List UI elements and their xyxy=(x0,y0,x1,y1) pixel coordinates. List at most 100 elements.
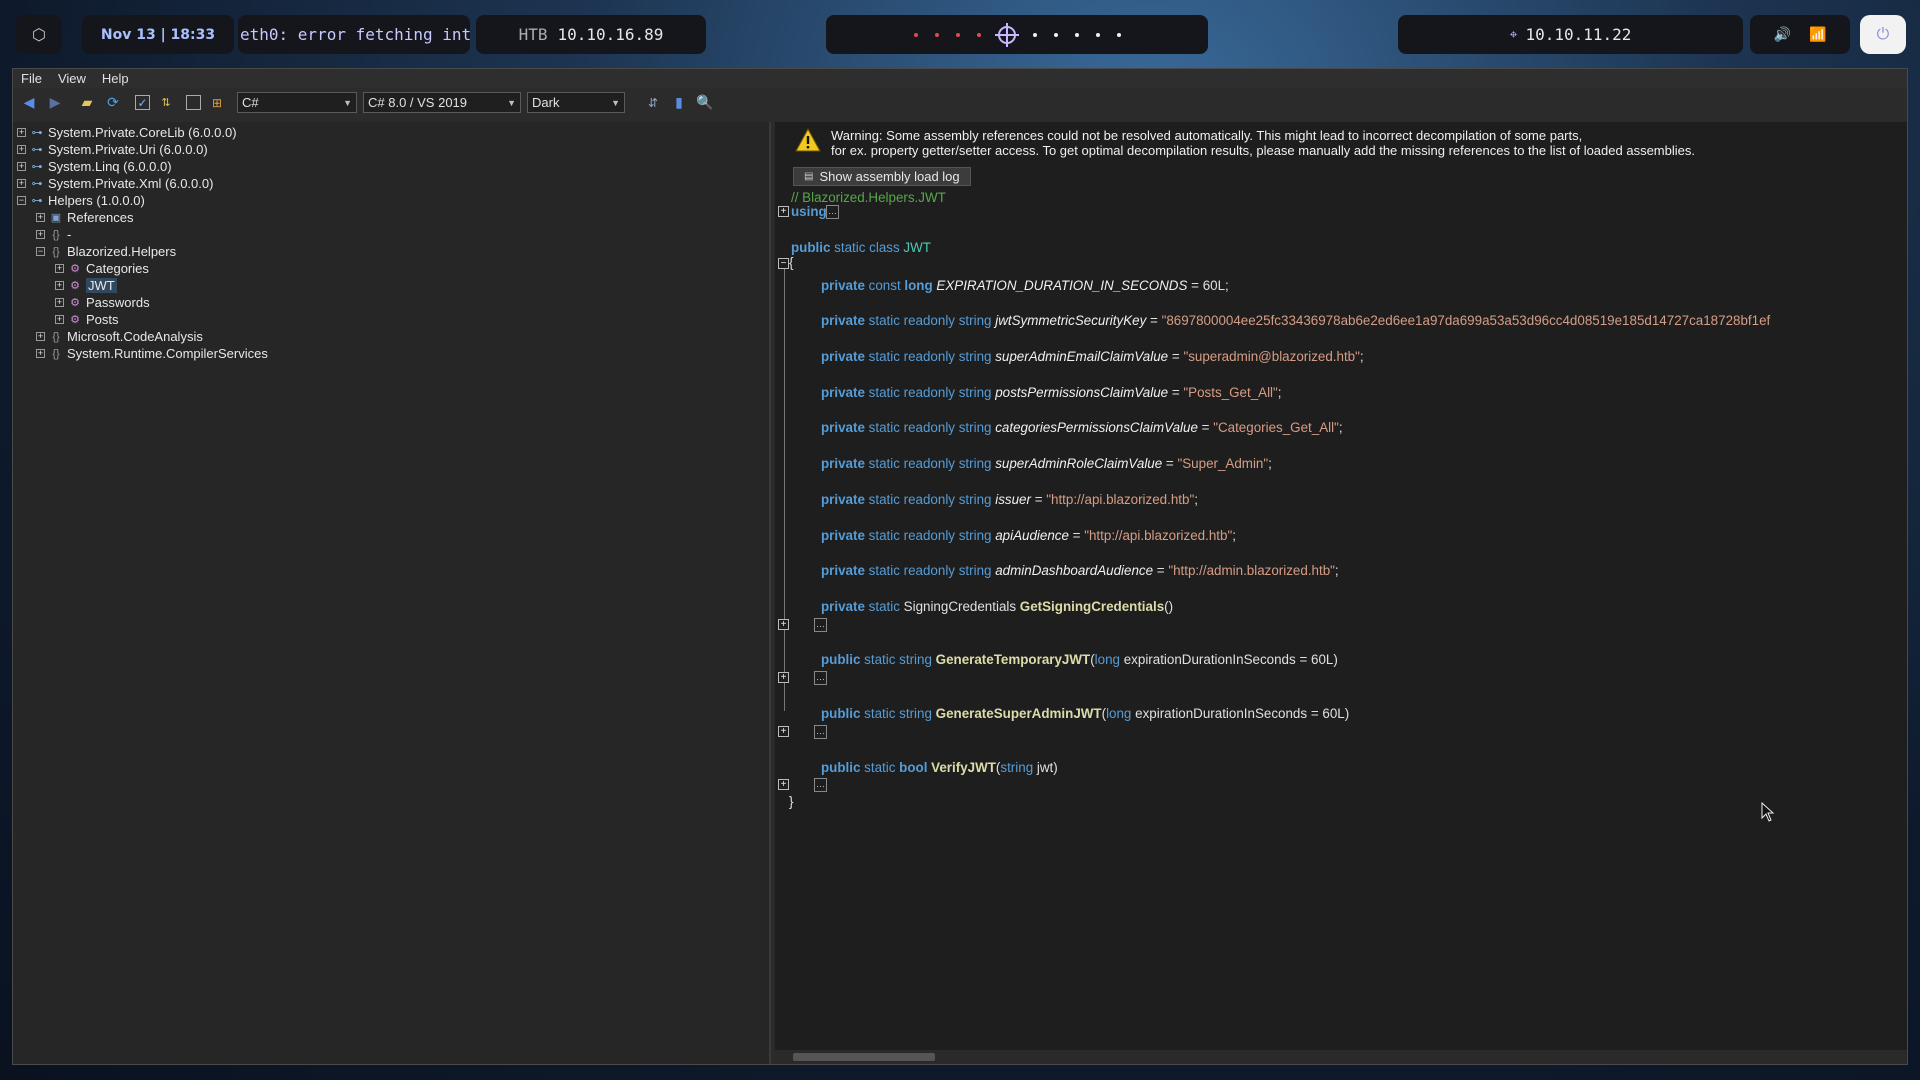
open-folder-icon[interactable]: ▰ xyxy=(77,93,97,113)
hierarchy-icon[interactable]: ⊞ xyxy=(207,93,227,113)
workspace-dot[interactable] xyxy=(1053,32,1058,37)
collapse-icon[interactable]: − xyxy=(36,247,45,256)
workspace-dot[interactable] xyxy=(1074,32,1079,37)
return-type: string xyxy=(899,706,932,721)
tree-item-blazorized-helpers[interactable]: −{} Blazorized.Helpers xyxy=(36,243,176,260)
horizontal-scrollbar[interactable] xyxy=(775,1050,1907,1064)
scrollbar-thumb[interactable] xyxy=(793,1053,935,1061)
back-icon[interactable]: ◀ xyxy=(19,93,39,113)
theme-select[interactable]: Dark ▼ xyxy=(527,92,625,113)
workspace-dot[interactable] xyxy=(934,32,939,37)
show-all-checkbox[interactable] xyxy=(186,95,201,110)
show-public-only-checkbox[interactable]: ✓ xyxy=(135,95,150,110)
tree-item-uri[interactable]: + ⊶ System.Private.Uri (6.0.0.0) xyxy=(17,141,208,158)
wifi-icon[interactable]: 📶 xyxy=(1809,27,1826,43)
sort-icon[interactable]: ⇅ xyxy=(156,93,176,113)
field-line: private static readonly string apiAudien… xyxy=(821,528,1236,543)
crosshair-icon[interactable] xyxy=(994,22,1019,47)
keyword: private xyxy=(821,313,865,328)
expand-icon[interactable]: + xyxy=(17,145,26,154)
tree-item-linq[interactable]: + ⊶ System.Linq (6.0.0.0) xyxy=(17,158,172,175)
workspace-dot[interactable] xyxy=(913,32,918,37)
tree-item-corelib[interactable]: + ⊶ System.Private.CoreLib (6.0.0.0) xyxy=(17,124,237,141)
workspace-dot[interactable] xyxy=(976,32,981,37)
expand-icon[interactable]: + xyxy=(778,726,789,737)
expand-icon[interactable]: + xyxy=(778,779,789,790)
method-signature: public static string GenerateSuperAdminJ… xyxy=(821,706,1349,721)
keyword: class xyxy=(869,240,900,255)
open-brace: { xyxy=(789,255,794,270)
expand-icon[interactable]: + xyxy=(17,179,26,188)
collapsed-block-marker[interactable]: … xyxy=(826,205,839,219)
language-select[interactable]: C# ▼ xyxy=(237,92,357,113)
tree-item-label: Passwords xyxy=(86,295,150,310)
paren: ) xyxy=(1333,652,1338,667)
expand-icon[interactable]: + xyxy=(17,162,26,171)
menu-file[interactable]: File xyxy=(21,71,42,86)
decompiled-code-view[interactable]: Warning: Some assembly references could … xyxy=(775,122,1907,1064)
search-icon[interactable]: 🔍 xyxy=(695,93,715,113)
semicolon: ; xyxy=(1338,420,1343,435)
expand-icon[interactable]: + xyxy=(36,230,45,239)
semicolon: ; xyxy=(1225,278,1229,293)
field-name: apiAudience xyxy=(995,528,1069,543)
manage-lists-icon[interactable]: ▮ xyxy=(669,93,689,113)
collapsed-block-marker[interactable]: … xyxy=(814,671,827,685)
forward-icon[interactable]: ▶ xyxy=(45,93,65,113)
expand-icon[interactable]: + xyxy=(778,672,789,683)
namespace-icon: {} xyxy=(52,228,60,241)
tree-item-posts[interactable]: + ⚙ Posts xyxy=(55,311,119,328)
expand-icon[interactable]: + xyxy=(55,298,64,307)
workspace-dot[interactable] xyxy=(1095,32,1100,37)
expand-icon[interactable]: + xyxy=(55,281,64,290)
tree-item-references[interactable]: + ▣ References xyxy=(36,209,133,226)
refresh-icon[interactable]: ⟳ xyxy=(103,93,123,113)
power-button[interactable]: ⏻ xyxy=(1860,15,1906,54)
field-name: jwtSymmetricSecurityKey xyxy=(995,313,1147,328)
launcher-button[interactable]: ⬡ xyxy=(16,15,62,54)
sort-assemblies-icon[interactable]: ⇵ xyxy=(643,93,663,113)
expand-icon[interactable]: + xyxy=(55,264,64,273)
expand-icon[interactable]: + xyxy=(55,315,64,324)
toolbar: ◀ ▶ ▰ ⟳ ✓ ⇅ ⊞ C# ▼ C# 8.0 / VS 2019 ▼ Dark… xyxy=(13,88,1907,117)
datetime-text: Nov 13 | 18:33 xyxy=(100,26,216,43)
tree-item-helpers[interactable]: − ⊶ Helpers (1.0.0.0) xyxy=(17,192,145,209)
show-load-log-button[interactable]: ▤ Show assembly load log xyxy=(793,167,971,186)
tree-item-empty-namespace[interactable]: + {} - xyxy=(36,226,71,243)
tree-item-label: System.Linq (6.0.0.0) xyxy=(48,159,172,174)
field-name: superAdminEmailClaimValue xyxy=(995,349,1169,364)
collapse-icon[interactable]: − xyxy=(17,196,26,205)
collapse-icon[interactable]: − xyxy=(778,258,789,269)
volume-icon[interactable]: 🔊 xyxy=(1774,27,1791,43)
workspace-dot[interactable] xyxy=(1032,32,1037,37)
expand-icon[interactable]: + xyxy=(778,619,789,630)
method-signature: public static bool VerifyJWT(string jwt) xyxy=(821,760,1058,775)
tree-item-jwt[interactable]: + ⚙ JWT xyxy=(55,277,117,294)
expand-icon[interactable]: + xyxy=(36,213,45,222)
workspace-dot[interactable] xyxy=(1116,32,1121,37)
expand-icon[interactable]: + xyxy=(778,206,789,217)
language-version-select[interactable]: C# 8.0 / VS 2019 ▼ xyxy=(363,92,521,113)
workspace-dot[interactable] xyxy=(955,32,960,37)
operator: = xyxy=(1150,313,1158,328)
collapsed-block-marker[interactable]: … xyxy=(814,725,827,739)
menu-view[interactable]: View xyxy=(58,71,86,86)
theme-value: Dark xyxy=(532,95,560,110)
expand-icon[interactable]: + xyxy=(36,349,45,358)
operator: = xyxy=(1201,420,1210,435)
collapsed-block-marker[interactable]: … xyxy=(814,618,827,632)
collapsed-block-marker[interactable]: … xyxy=(814,778,827,792)
tree-item-codeanalysis[interactable]: + {} Microsoft.CodeAnalysis xyxy=(36,328,203,345)
keyword: private xyxy=(821,278,865,293)
expand-icon[interactable]: + xyxy=(17,128,26,137)
tree-item-categories[interactable]: + ⚙ Categories xyxy=(55,260,149,277)
cube-icon: ⬡ xyxy=(32,25,46,44)
assembly-icon: ⊶ xyxy=(31,178,43,190)
tree-item-passwords[interactable]: + ⚙ Passwords xyxy=(55,294,150,311)
expand-icon[interactable]: + xyxy=(36,332,45,341)
workspace-switcher[interactable] xyxy=(826,15,1208,54)
tree-item-xml[interactable]: + ⊶ System.Private.Xml (6.0.0.0) xyxy=(17,175,213,192)
field-type: string xyxy=(958,456,992,471)
menu-help[interactable]: Help xyxy=(102,71,129,86)
tree-item-compilerservices[interactable]: + {} System.Runtime.CompilerServices xyxy=(36,345,268,362)
